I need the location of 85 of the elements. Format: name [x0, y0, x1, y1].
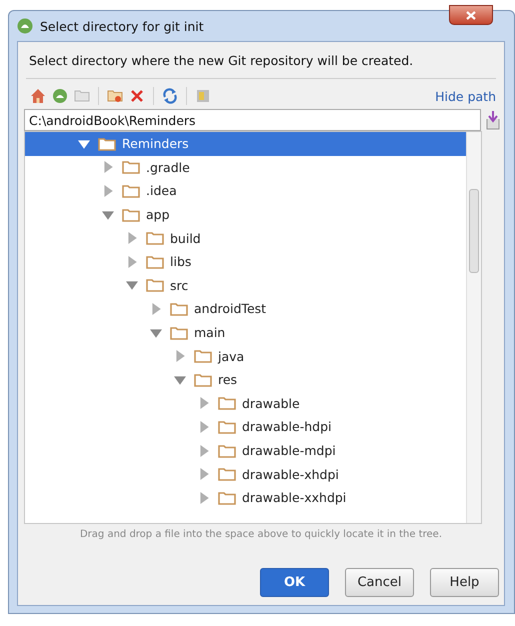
expand-arrow-icon[interactable] [102, 161, 114, 174]
collapse-arrow-icon[interactable] [150, 326, 162, 339]
folder-icon [122, 184, 140, 198]
tree-row[interactable]: libs [25, 250, 466, 274]
tree-row[interactable]: res [25, 368, 466, 392]
expand-arrow-icon[interactable] [198, 444, 210, 457]
folder-icon [170, 326, 188, 340]
expand-arrow-icon[interactable] [198, 397, 210, 410]
folder-name: drawable-xxhdpi [242, 490, 346, 506]
dialog-button[interactable]: Help [430, 568, 499, 597]
folder-icon [170, 302, 188, 316]
folder-name: libs [170, 254, 192, 270]
scrollbar-thumb[interactable] [469, 189, 479, 273]
folder-name: .idea [146, 183, 177, 198]
folder-icon [218, 467, 236, 482]
tree-row[interactable]: drawable-xhdpi [25, 462, 466, 486]
refresh-icon[interactable] [162, 88, 178, 104]
collapse-arrow-icon[interactable] [78, 138, 90, 150]
folder-name: .gradle [146, 160, 190, 175]
folder-name: res [218, 372, 238, 388]
expand-arrow-icon[interactable] [150, 302, 162, 315]
tree-row[interactable]: drawable-mdpi [25, 438, 466, 462]
tree-row[interactable]: build [25, 226, 466, 250]
folder-name: java [218, 348, 244, 364]
tree-row[interactable]: Reminders [25, 132, 466, 156]
tree-row[interactable]: .gradle [25, 156, 466, 180]
expand-arrow-icon[interactable] [198, 420, 210, 433]
hint-text: Drag and drop a file into the space above to quickly locate it in the tree. [78, 528, 444, 540]
folder-icon [146, 254, 164, 269]
download-tray-icon[interactable] [485, 110, 501, 130]
new-folder-icon[interactable] [107, 88, 123, 104]
delete-icon[interactable] [129, 88, 145, 104]
path-field[interactable]: C:\androidBook\Reminders [24, 109, 481, 131]
home-icon[interactable] [30, 88, 46, 104]
folder-icon[interactable] [74, 88, 90, 104]
ok-button[interactable]: OK [260, 568, 329, 597]
scrollbar[interactable] [466, 132, 481, 523]
folder-icon [98, 136, 116, 151]
hide-path-link[interactable]: Hide path [435, 88, 496, 104]
folder-icon [218, 420, 236, 434]
folder-name: Reminders [122, 136, 189, 152]
expand-arrow-icon[interactable] [126, 256, 138, 268]
tree-row[interactable]: drawable-xxhdpi [25, 486, 466, 510]
folder-name: drawable-hdpi [242, 419, 332, 434]
folder-name: androidTest [194, 301, 266, 316]
folder-name: src [170, 278, 188, 293]
folder-name: app [146, 207, 170, 222]
android-logo-icon[interactable] [52, 88, 68, 104]
folder-icon [218, 396, 236, 410]
tree-row[interactable]: main [25, 320, 466, 344]
folder-name: drawable [242, 396, 300, 411]
folder-name: drawable-mdpi [242, 443, 336, 458]
toggle-view-icon[interactable] [195, 88, 211, 104]
tree-row[interactable]: .idea [25, 179, 466, 203]
tree-row[interactable]: androidTest [25, 297, 466, 321]
collapse-arrow-icon[interactable] [174, 374, 186, 386]
folder-icon [194, 372, 212, 387]
folder-name: build [170, 230, 201, 246]
folder-name: main [194, 325, 226, 340]
android-logo-icon [17, 18, 33, 34]
close-button[interactable] [449, 5, 493, 25]
close-icon [466, 10, 476, 20]
dialog-button[interactable]: Cancel [345, 568, 414, 597]
expand-arrow-icon[interactable] [198, 468, 210, 480]
tree-row[interactable]: java [25, 344, 466, 368]
tree-row[interactable]: app [25, 202, 466, 226]
folder-icon [218, 490, 236, 505]
tree-row[interactable]: drawable-hdpi [25, 415, 466, 439]
folder-icon [218, 444, 236, 458]
folder-icon [194, 349, 212, 364]
description-text: Select directory where the new Git repository will be created. [26, 42, 496, 79]
expand-arrow-icon[interactable] [102, 184, 114, 197]
collapse-arrow-icon[interactable] [102, 208, 114, 221]
collapse-arrow-icon[interactable] [126, 279, 138, 292]
tree-row[interactable]: src [25, 274, 466, 298]
expand-arrow-icon[interactable] [174, 350, 186, 362]
folder-icon [122, 208, 140, 222]
folder-name: drawable-xhdpi [242, 466, 339, 482]
expand-arrow-icon[interactable] [198, 492, 210, 504]
tree-row[interactable]: drawable [25, 392, 466, 416]
folder-icon [146, 278, 164, 292]
folder-icon [122, 160, 140, 174]
folder-icon [146, 231, 164, 246]
expand-arrow-icon[interactable] [126, 232, 138, 244]
window-title: Select directory for git init [40, 18, 204, 34]
